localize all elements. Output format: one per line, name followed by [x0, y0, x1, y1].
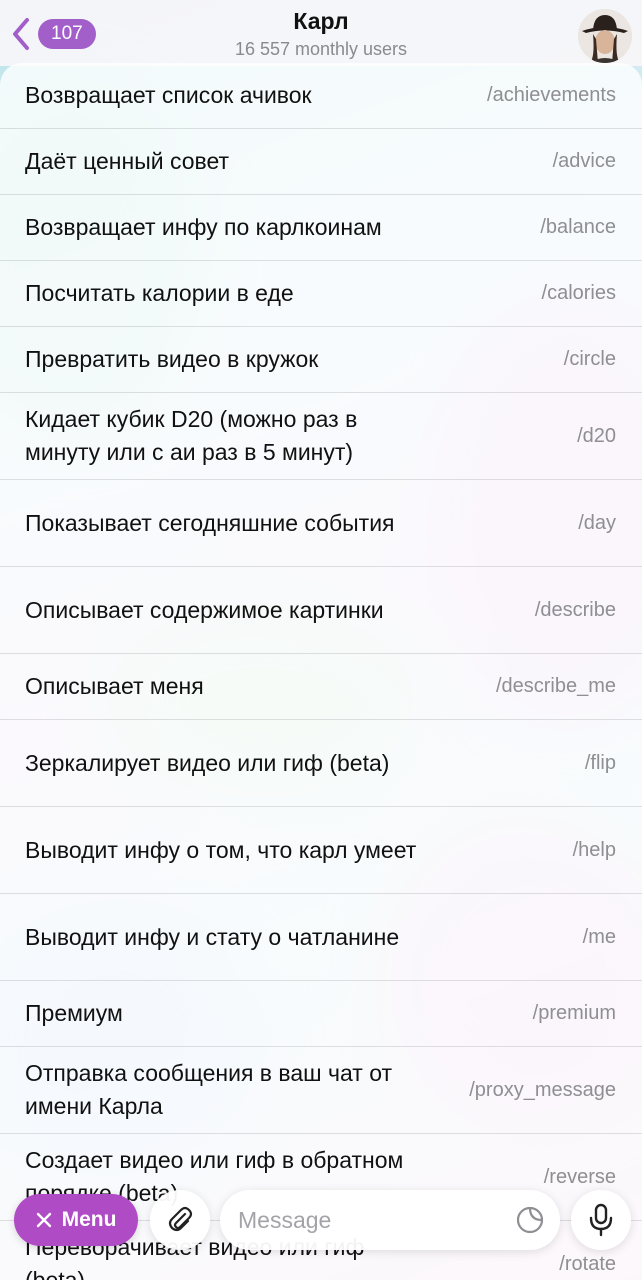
command-name: /describe — [534, 598, 616, 621]
command-description: Возвращает инфу по карлкоинам — [25, 214, 382, 240]
command-row[interactable]: Зеркалирует видео или гиф (beta) /flip — [0, 720, 642, 807]
microphone-icon — [589, 1203, 613, 1237]
chat-subtitle: 16 557 monthly users — [234, 39, 408, 59]
attach-button[interactable] — [150, 1190, 210, 1250]
command-row[interactable]: Показывает сегодняшние события/day — [0, 480, 642, 567]
command-name: /reverse — [543, 1165, 616, 1188]
command-name: /d20 — [577, 424, 616, 447]
chat-title: Карл — [293, 8, 349, 34]
command-description: Описывает меня — [25, 673, 204, 699]
command-description: Отправка сообщения в ваш чат от имени Ка… — [25, 1060, 393, 1119]
command-row[interactable]: Кидает кубик D20 (можно раз в минуту или… — [0, 393, 642, 480]
command-name: /day — [578, 511, 616, 534]
input-bar: Menu Message — [0, 1188, 642, 1252]
bot-command-list: Возвращает список ачивок/achievements Даё… — [0, 63, 642, 1280]
command-row[interactable]: Даёт ценный совет/advice — [0, 129, 642, 195]
command-name: /circle — [563, 348, 616, 370]
menu-button[interactable]: Menu — [14, 1194, 138, 1246]
message-placeholder: Message — [238, 1206, 332, 1233]
command-row[interactable]: Превратить видео в кружок/circle — [0, 327, 642, 393]
sticker-icon[interactable] — [516, 1206, 544, 1234]
command-description: Превратить видео в кружок — [25, 346, 319, 372]
command-name: /calories — [541, 282, 616, 304]
command-row[interactable]: Отправка сообщения в ваш чат от имени Ка… — [0, 1047, 642, 1134]
command-name: /flip — [584, 751, 616, 774]
command-row[interactable]: Посчитать калории в еде/calories — [0, 261, 642, 327]
avatar[interactable] — [578, 9, 632, 63]
command-name: /achievements — [487, 84, 616, 106]
command-row[interactable]: Выводит инфу о том, что карл умеет/help — [0, 807, 642, 894]
command-description: Описывает содержимое картинки — [25, 596, 384, 623]
message-input[interactable]: Message — [220, 1190, 560, 1250]
command-row[interactable]: Возвращает инфу по карлкоинам/balance — [0, 195, 642, 261]
command-name: /me — [582, 925, 616, 948]
chat-header: 107 Карл 16 557 monthly users — [0, 0, 642, 66]
command-description: Посчитать калории в еде — [25, 280, 294, 306]
close-icon — [36, 1212, 51, 1228]
chat-title-area[interactable]: Карл 16 557 monthly users — [0, 8, 642, 60]
avatar-image — [578, 9, 632, 63]
command-name: /advice — [552, 150, 616, 172]
voice-record-button[interactable] — [571, 1190, 631, 1250]
command-description: Даёт ценный совет — [25, 148, 230, 174]
command-description: Зеркалирует видео или гиф (beta) — [25, 749, 390, 776]
command-description: Возвращает список ачивок — [25, 82, 312, 108]
command-description: Выводит инфу и стату о чатланине — [25, 923, 400, 950]
command-row[interactable]: Описывает содержимое картинки/describe — [0, 567, 642, 654]
menu-button-label: Menu — [61, 1208, 117, 1231]
command-name: /balance — [540, 216, 616, 238]
command-name: /help — [572, 838, 616, 861]
command-name: /describe_me — [495, 675, 616, 697]
paperclip-icon — [168, 1206, 193, 1232]
command-name: /proxy_message — [469, 1078, 616, 1101]
command-description: Премиум — [25, 1000, 123, 1026]
command-name: /rotate — [559, 1252, 616, 1275]
command-row[interactable]: Выводит инфу и стату о чатланине/me — [0, 894, 642, 981]
command-name: /premium — [532, 1002, 616, 1024]
command-row[interactable]: Премиум/premium — [0, 981, 642, 1047]
command-description: Кидает кубик D20 (можно раз в минуту или… — [25, 406, 358, 465]
command-row[interactable]: Описывает меня/describe_me — [0, 654, 642, 720]
command-description: Выводит инфу о том, что карл умеет — [25, 836, 417, 863]
command-row[interactable]: Возвращает список ачивок/achievements — [0, 63, 642, 129]
command-description: Показывает сегодняшние события — [25, 509, 395, 536]
